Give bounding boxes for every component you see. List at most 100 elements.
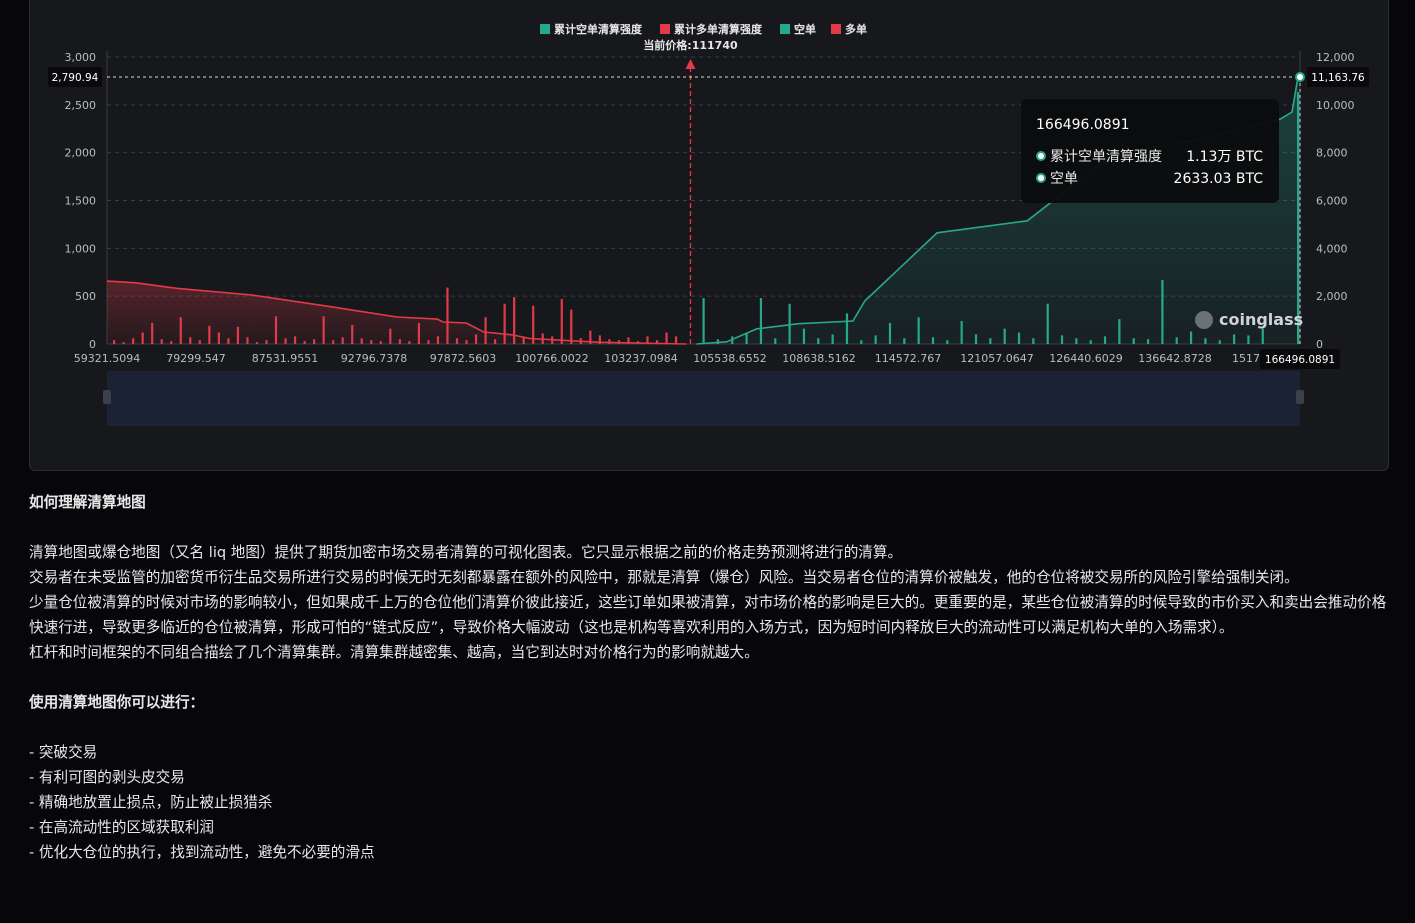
long-liquidation-bar[interactable]	[189, 337, 192, 344]
long-liquidation-bar[interactable]	[255, 342, 259, 344]
long-liquidation-bar[interactable]	[389, 328, 392, 344]
long-liquidation-bar[interactable]	[446, 287, 449, 344]
long-liquidation-bar[interactable]	[341, 337, 344, 344]
short-liquidation-bar[interactable]	[1132, 338, 1135, 344]
legend-swatch[interactable]	[831, 24, 841, 34]
short-liquidation-bar[interactable]	[1103, 336, 1107, 344]
long-liquidation-bar[interactable]	[665, 332, 668, 344]
short-liquidation-bar[interactable]	[888, 322, 892, 344]
long-liquidation-bar[interactable]	[351, 324, 354, 344]
long-liquidation-bar[interactable]	[122, 342, 125, 344]
long-liquidation-bar[interactable]	[179, 317, 182, 344]
short-liquidation-bar[interactable]	[745, 332, 748, 344]
short-liquidation-bar[interactable]	[1075, 338, 1078, 344]
long-liquidation-bar[interactable]	[617, 340, 621, 344]
short-liquidation-bar[interactable]	[874, 335, 877, 344]
short-liquidation-bar[interactable]	[931, 337, 935, 344]
short-liquidation-bar[interactable]	[716, 339, 720, 344]
long-liquidation-bar[interactable]	[589, 330, 592, 344]
short-liquidation-bar[interactable]	[1003, 328, 1006, 344]
long-liquidation-bar[interactable]	[598, 335, 601, 344]
short-liquidation-bar[interactable]	[974, 334, 978, 344]
long-liquidation-bar[interactable]	[379, 341, 382, 344]
long-liquidation-bar[interactable]	[493, 339, 497, 344]
long-liquidation-bar[interactable]	[570, 309, 573, 344]
long-liquidation-bar[interactable]	[332, 340, 335, 344]
long-liquidation-bar[interactable]	[465, 340, 468, 344]
short-liquidation-bar[interactable]	[1218, 340, 1221, 344]
long-liquidation-bar[interactable]	[398, 339, 401, 344]
long-liquidation-bar[interactable]	[217, 332, 220, 344]
long-liquidation-bar[interactable]	[113, 340, 116, 344]
long-liquidation-bar[interactable]	[408, 341, 411, 344]
long-liquidation-bar[interactable]	[284, 338, 287, 344]
long-liquidation-bar[interactable]	[579, 338, 582, 344]
short-liquidation-bar[interactable]	[1032, 338, 1035, 344]
long-liquidation-bar[interactable]	[513, 297, 516, 344]
long-liquidation-bar[interactable]	[474, 334, 478, 344]
long-liquidation-bar[interactable]	[313, 339, 316, 344]
long-liquidation-bar[interactable]	[608, 339, 611, 344]
long-liquidation-bar[interactable]	[360, 338, 363, 344]
range-slider-left-handle[interactable]	[103, 390, 111, 404]
short-liquidation-bar[interactable]	[903, 338, 906, 344]
short-liquidation-bar[interactable]	[1146, 339, 1150, 344]
short-liquidation-bar[interactable]	[845, 313, 849, 344]
legend-swatch[interactable]	[540, 24, 550, 34]
short-liquidation-bar[interactable]	[1297, 92, 1300, 344]
long-liquidation-bar[interactable]	[674, 336, 678, 344]
long-liquidation-bar[interactable]	[246, 337, 249, 344]
short-liquidation-bar[interactable]	[1118, 319, 1121, 344]
long-liquidation-bar[interactable]	[636, 341, 640, 344]
short-liquidation-bar[interactable]	[702, 298, 705, 344]
long-liquidation-bar[interactable]	[236, 326, 240, 344]
short-liquidation-bar[interactable]	[774, 338, 777, 344]
short-liquidation-bar[interactable]	[817, 338, 820, 344]
long-liquidation-bar[interactable]	[541, 333, 544, 344]
long-liquidation-bar[interactable]	[170, 341, 173, 344]
short-liquidation-bar[interactable]	[1261, 328, 1264, 344]
long-liquidation-bar[interactable]	[293, 336, 297, 344]
long-liquidation-bar[interactable]	[417, 322, 420, 344]
long-liquidation-bar[interactable]	[208, 325, 211, 344]
liquidation-chart[interactable]: 05001,0001,5002,0002,5003,00002,0004,000…	[30, 0, 1388, 470]
short-liquidation-bar[interactable]	[1161, 279, 1164, 344]
long-liquidation-bar[interactable]	[151, 322, 154, 344]
short-liquidation-bar[interactable]	[1204, 338, 1207, 344]
long-liquidation-bar[interactable]	[322, 316, 325, 344]
hover-point[interactable]	[1295, 72, 1305, 83]
short-liquidation-bar[interactable]	[1175, 337, 1178, 344]
short-liquidation-bar[interactable]	[1060, 335, 1064, 344]
long-liquidation-bar[interactable]	[274, 316, 278, 344]
long-liquidation-bar[interactable]	[436, 336, 440, 344]
long-liquidation-bar[interactable]	[198, 340, 201, 344]
long-liquidation-bar[interactable]	[484, 317, 487, 344]
long-liquidation-bar[interactable]	[132, 338, 135, 344]
long-liquidation-bar[interactable]	[560, 299, 563, 344]
range-slider-track[interactable]	[107, 371, 1300, 426]
long-liquidation-bar[interactable]	[522, 337, 525, 344]
short-liquidation-bar[interactable]	[960, 321, 963, 344]
long-liquidation-bar[interactable]	[627, 337, 630, 344]
short-liquidation-bar[interactable]	[788, 303, 791, 344]
range-slider-right-handle[interactable]	[1296, 390, 1304, 404]
short-liquidation-bar[interactable]	[1189, 331, 1193, 344]
short-liquidation-bar[interactable]	[802, 328, 806, 344]
long-liquidation-bar[interactable]	[427, 340, 430, 344]
short-liquidation-bar[interactable]	[1247, 335, 1250, 344]
short-liquidation-bar[interactable]	[1089, 340, 1092, 344]
long-liquidation-bar[interactable]	[503, 303, 506, 344]
short-liquidation-bar[interactable]	[831, 334, 834, 344]
long-liquidation-bar[interactable]	[655, 340, 659, 344]
short-liquidation-bar[interactable]	[731, 336, 734, 344]
long-liquidation-bar[interactable]	[160, 339, 163, 344]
legend-swatch[interactable]	[660, 24, 670, 34]
short-liquidation-bar[interactable]	[946, 340, 949, 344]
short-liquidation-bar[interactable]	[1046, 303, 1049, 344]
long-liquidation-bar[interactable]	[370, 340, 373, 344]
long-liquidation-bar[interactable]	[265, 340, 268, 344]
short-liquidation-bar[interactable]	[917, 317, 920, 344]
long-liquidation-bar[interactable]	[532, 305, 535, 344]
short-liquidation-bar[interactable]	[860, 340, 863, 344]
long-liquidation-bar[interactable]	[455, 338, 459, 344]
